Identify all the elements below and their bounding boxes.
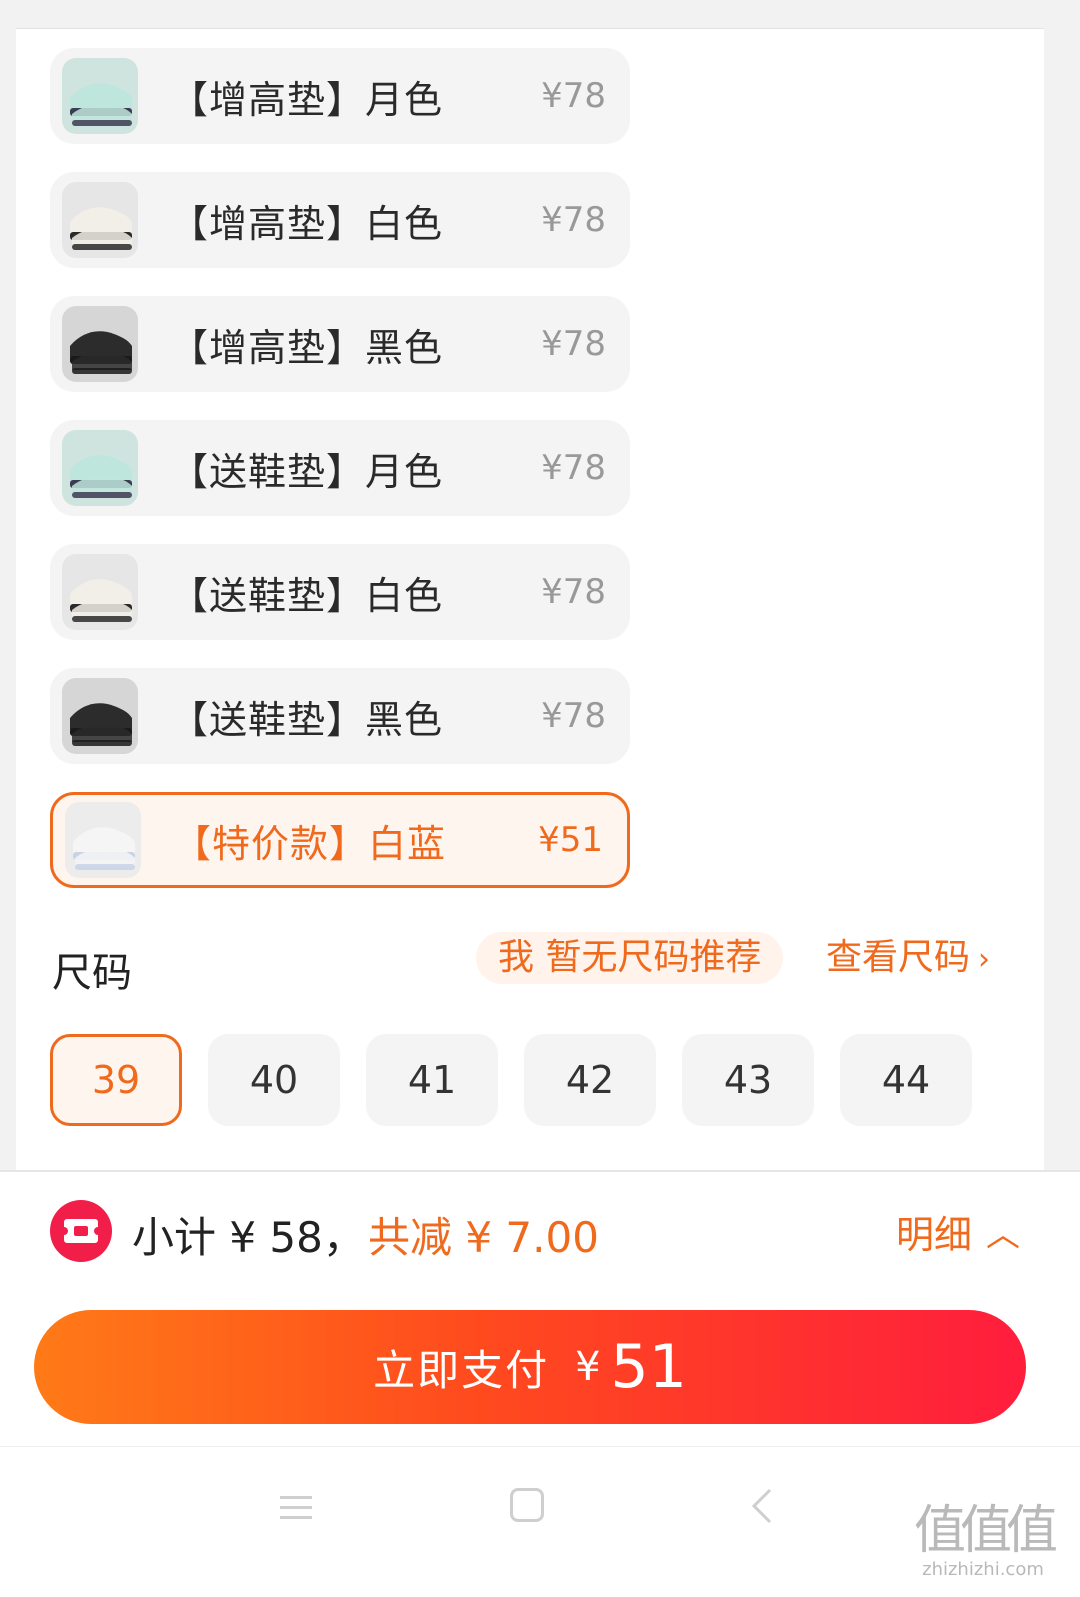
size-section-label: 尺码: [52, 950, 132, 996]
variant-price: ¥78: [541, 448, 606, 488]
watermark-logo: 值值值: [914, 1501, 1058, 1561]
variant-price: ¥78: [541, 572, 606, 612]
variant-name: 【增高垫】月色: [170, 77, 444, 122]
top-divider: [0, 0, 1080, 29]
variant-price: ¥51: [538, 820, 603, 860]
product-thumbnail: [62, 678, 138, 754]
size-option[interactable]: 40: [208, 1034, 340, 1126]
variant-price: ¥78: [541, 200, 606, 240]
variant-name: 【特价款】白蓝: [173, 821, 447, 866]
variant-name: 【送鞋垫】黑色: [170, 697, 444, 742]
home-icon[interactable]: [510, 1488, 544, 1522]
details-label: 明细: [896, 1213, 973, 1257]
variant-option[interactable]: 【增高垫】黑色 ¥78: [50, 296, 630, 392]
size-recommend-badge[interactable]: 我 暂无尺码推荐: [476, 932, 784, 984]
discount-text: 共减 ¥ 7.00: [368, 1213, 599, 1262]
pay-now-button[interactable]: 立即支付 ¥ 51: [34, 1310, 1026, 1424]
pay-amount: 51: [610, 1332, 687, 1402]
product-thumbnail: [62, 430, 138, 506]
product-thumbnail: [62, 182, 138, 258]
size-option[interactable]: 42: [524, 1034, 656, 1126]
coupon-icon: [50, 1200, 112, 1262]
menu-icon[interactable]: [278, 1490, 314, 1526]
watermark-text: zhizhizhi.com: [922, 1559, 1044, 1580]
variant-name: 【送鞋垫】月色: [170, 449, 444, 494]
size-chart-label: 查看尺码: [826, 937, 971, 978]
variant-list: 【增高垫】月色 ¥78 【增高垫】白色 ¥78 【增高垫】黑色 ¥78 【送鞋垫…: [50, 48, 630, 916]
size-chart-link[interactable]: 查看尺码 ›: [826, 934, 990, 984]
back-icon[interactable]: [748, 1486, 774, 1530]
pay-label: 立即支付: [373, 1345, 550, 1395]
variant-price: ¥78: [541, 324, 606, 364]
variant-option[interactable]: 【送鞋垫】黑色 ¥78: [50, 668, 630, 764]
size-option[interactable]: 43: [682, 1034, 814, 1126]
variant-price: ¥78: [541, 696, 606, 736]
size-option[interactable]: 44: [840, 1034, 972, 1126]
pay-currency: ¥: [575, 1344, 601, 1390]
product-thumbnail: [65, 802, 141, 878]
variant-option[interactable]: 【增高垫】白色 ¥78: [50, 172, 630, 268]
size-option[interactable]: 41: [366, 1034, 498, 1126]
sheet-edge-left: [0, 28, 16, 1194]
watermark: 值值值 zhizhizhi.com: [914, 1488, 1058, 1580]
variant-option-selected[interactable]: 【特价款】白蓝 ¥51: [50, 792, 630, 888]
sheet-edge-right: [1044, 28, 1080, 1194]
variant-option[interactable]: 【增高垫】月色 ¥78: [50, 48, 630, 144]
variant-name: 【送鞋垫】白色: [170, 573, 444, 618]
product-thumbnail: [62, 58, 138, 134]
details-toggle[interactable]: 明细 ︿: [896, 1204, 1020, 1259]
variant-name: 【增高垫】黑色: [170, 325, 444, 370]
product-thumbnail: [62, 306, 138, 382]
variant-option[interactable]: 【送鞋垫】月色 ¥78: [50, 420, 630, 516]
size-options: 39 40 41 42 43 44: [50, 1034, 998, 1126]
product-thumbnail: [62, 554, 138, 630]
size-option-selected[interactable]: 39: [50, 1034, 182, 1126]
variant-name: 【增高垫】白色: [170, 201, 444, 246]
chevron-up-icon: ︿: [986, 1215, 1021, 1255]
chevron-right-icon: ›: [978, 942, 991, 977]
variant-option[interactable]: 【送鞋垫】白色 ¥78: [50, 544, 630, 640]
subtotal-text: 小计 ¥ 58，: [132, 1213, 365, 1262]
variant-price: ¥78: [541, 76, 606, 116]
